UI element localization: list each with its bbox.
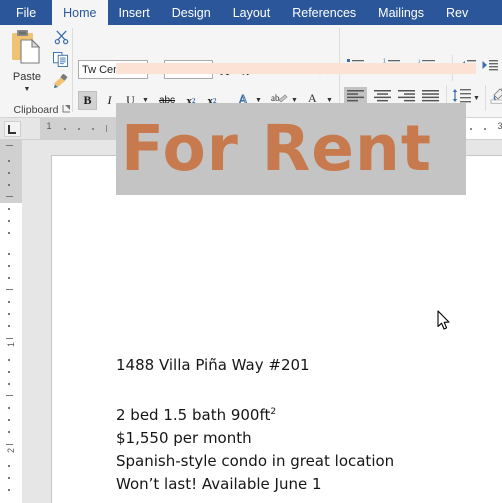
- body-line-price[interactable]: $1,550 per month: [116, 429, 252, 447]
- ruler-number-0: 1: [46, 121, 52, 131]
- format-painter-icon: [53, 73, 69, 94]
- copy-button[interactable]: [51, 52, 71, 72]
- vertical-ruler[interactable]: 1 2: [0, 140, 22, 503]
- body-line-description[interactable]: Spanish-style condo in great location: [116, 452, 394, 470]
- tab-layout-label: Layout: [232, 5, 271, 20]
- body-line-specs-text: 2 bed 1.5 bath 900ft: [116, 406, 271, 424]
- tab-design-label: Design: [171, 5, 211, 20]
- scissors-icon: [54, 30, 69, 50]
- tab-home[interactable]: Home: [52, 0, 108, 25]
- vruler-number-2: 2: [6, 447, 16, 453]
- group-separator-1: [72, 28, 73, 112]
- svg-text:ab: ab: [271, 93, 280, 103]
- tab-home-label: Home: [63, 5, 97, 20]
- paste-icon: [10, 29, 44, 70]
- heading-selection-block[interactable]: For Rent: [116, 103, 466, 195]
- tab-references[interactable]: References: [281, 0, 367, 25]
- body-line-availability[interactable]: Won’t last! Available June 1: [116, 475, 322, 493]
- accent-bar: [116, 63, 476, 74]
- tab-mailings-label: Mailings: [378, 5, 425, 20]
- ruler-number-3: 3: [497, 121, 502, 131]
- tab-layout[interactable]: Layout: [222, 0, 282, 25]
- tab-file-label: File: [16, 5, 37, 20]
- tab-review-label: Rev: [446, 5, 469, 20]
- tab-insert[interactable]: Insert: [108, 0, 161, 25]
- paste-dropdown-caret[interactable]: ▼: [24, 86, 31, 93]
- clipboard-dialog-launcher[interactable]: [61, 104, 72, 115]
- document-page[interactable]: [51, 155, 502, 503]
- document-heading[interactable]: For Rent: [121, 106, 432, 192]
- increase-indent-button[interactable]: [479, 58, 501, 78]
- tab-references-label: References: [292, 5, 357, 20]
- vruler-number-1: 1: [6, 341, 16, 347]
- tab-stop-selector[interactable]: [4, 121, 21, 137]
- tab-insert-label: Insert: [118, 5, 150, 20]
- body-line-specs-superscript: 2: [270, 407, 277, 417]
- ribbon-tab-bar: File Home Insert Design Layout Reference…: [0, 0, 502, 25]
- tab-design[interactable]: Design: [161, 0, 222, 25]
- cut-button[interactable]: [51, 30, 71, 50]
- body-line-specs[interactable]: 2 bed 1.5 bath 900ft2: [116, 406, 276, 424]
- increase-indent-icon: [481, 59, 499, 78]
- tab-file[interactable]: File: [0, 0, 52, 25]
- paste-button-label: Paste: [12, 71, 42, 83]
- body-line-address[interactable]: 1488 Villa Piña Way #201: [116, 356, 310, 374]
- tab-mailings[interactable]: Mailings: [367, 0, 435, 25]
- format-painter-button[interactable]: [51, 73, 71, 94]
- tab-review[interactable]: Rev: [435, 0, 479, 25]
- paste-button[interactable]: Paste ▼: [6, 29, 48, 97]
- copy-icon: [53, 52, 69, 72]
- vruler-margin-top: [0, 140, 22, 203]
